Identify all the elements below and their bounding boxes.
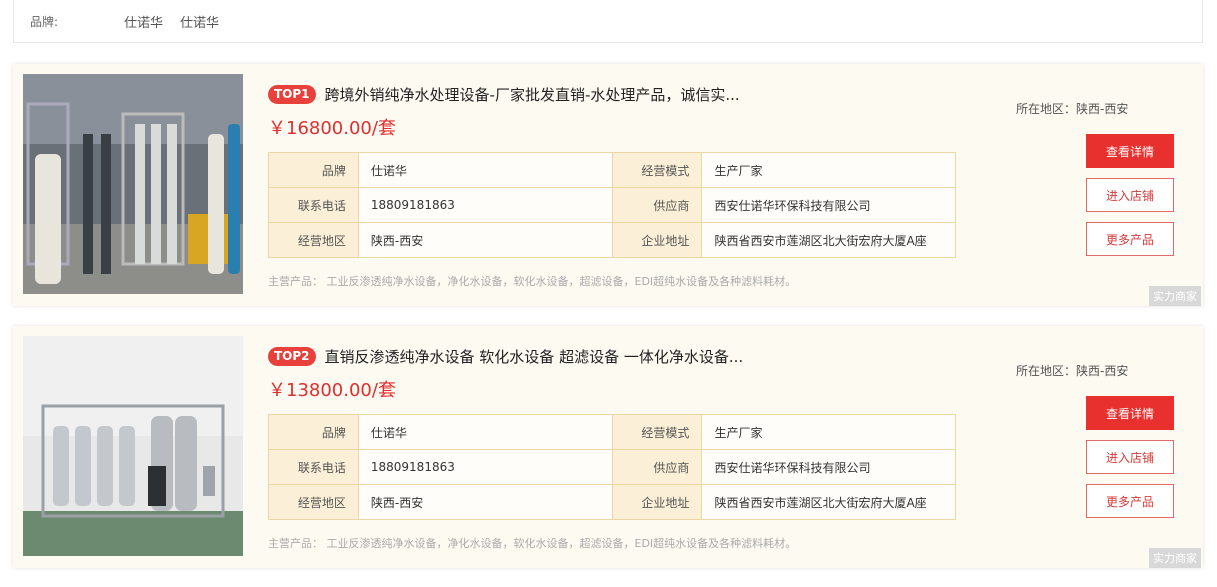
product-title-link[interactable]: 直销反渗透纯净水设备 软化水设备 超滤设备 一体化净水设备... xyxy=(325,346,744,367)
product-price: ￥13800.00/套 xyxy=(268,380,396,401)
table-row: 品牌 仕诺华 经营模式 生产厂家 xyxy=(268,414,956,450)
rank-badge: TOP1 xyxy=(268,85,316,104)
region-text: 所在地区：陕西-西安 xyxy=(1016,102,1129,116)
product-image[interactable] xyxy=(23,336,243,556)
product-title-row: TOP2 直销反渗透纯净水设备 软化水设备 超滤设备 一体化净水设备... xyxy=(268,346,743,367)
info-key: 经营模式 xyxy=(611,152,703,188)
product-card: TOP2 直销反渗透纯净水设备 软化水设备 超滤设备 一体化净水设备... ￥1… xyxy=(13,326,1203,568)
brand-filter-bar: 品牌: 仕诺华 仕诺华 xyxy=(13,0,1203,43)
product-title-link[interactable]: 跨境外销纯净水处理设备-厂家批发直销-水处理产品，诚信实... xyxy=(325,84,740,105)
info-value: 生产厂家 xyxy=(701,414,956,450)
info-value: 陕西-西安 xyxy=(357,222,613,258)
rank-badge: TOP2 xyxy=(268,347,316,366)
strength-merchant-badge: 实力商家 xyxy=(1149,548,1201,568)
main-products-text: 工业反渗透纯净水设备，净化水设备，软化水设备，超滤设备，EDI超纯水设备及各种滤… xyxy=(326,275,797,288)
main-products-text: 工业反渗透纯净水设备，净化水设备，软化水设备，超滤设备，EDI超纯水设备及各种滤… xyxy=(326,537,797,550)
more-products-button[interactable]: 更多产品 xyxy=(1086,484,1174,518)
main-products: 主营产品： 工业反渗透纯净水设备，净化水设备，软化水设备，超滤设备，EDI超纯水… xyxy=(268,273,796,289)
brand-option[interactable]: 仕诺华 xyxy=(180,12,219,31)
main-products: 主营产品： 工业反渗透纯净水设备，净化水设备，软化水设备，超滤设备，EDI超纯水… xyxy=(268,535,796,551)
info-key: 品牌 xyxy=(268,414,359,450)
product-price: ￥16800.00/套 xyxy=(268,118,396,139)
info-key: 品牌 xyxy=(268,152,359,188)
info-value: 西安仕诺华环保科技有限公司 xyxy=(701,449,956,485)
info-value: 陕西-西安 xyxy=(357,484,613,520)
table-row: 经营地区 陕西-西安 企业地址 陕西省西安市莲湖区北大街宏府大厦A座 xyxy=(268,484,956,520)
view-details-button[interactable]: 查看详情 xyxy=(1086,396,1174,430)
info-value: 仕诺华 xyxy=(357,414,613,450)
table-row: 联系电话 18809181863 供应商 西安仕诺华环保科技有限公司 xyxy=(268,449,956,485)
strength-merchant-badge: 实力商家 xyxy=(1149,286,1201,306)
info-value: 18809181863 xyxy=(357,449,613,485)
table-row: 品牌 仕诺华 经营模式 生产厂家 xyxy=(268,152,956,188)
info-value: 陕西省西安市莲湖区北大街宏府大厦A座 xyxy=(701,222,956,258)
info-key: 企业地址 xyxy=(611,222,703,258)
table-row: 联系电话 18809181863 供应商 西安仕诺华环保科技有限公司 xyxy=(268,187,956,223)
info-key: 经营模式 xyxy=(611,414,703,450)
info-value: 仕诺华 xyxy=(357,152,613,188)
more-products-button[interactable]: 更多产品 xyxy=(1086,222,1174,256)
info-key: 经营地区 xyxy=(268,222,359,258)
info-key: 供应商 xyxy=(611,187,703,223)
info-key: 经营地区 xyxy=(268,484,359,520)
info-key: 供应商 xyxy=(611,449,703,485)
info-value: 生产厂家 xyxy=(701,152,956,188)
product-title-row: TOP1 跨境外销纯净水处理设备-厂家批发直销-水处理产品，诚信实... xyxy=(268,84,740,105)
enter-shop-button[interactable]: 进入店铺 xyxy=(1086,178,1174,212)
info-value: 陕西省西安市莲湖区北大街宏府大厦A座 xyxy=(701,484,956,520)
info-key: 企业地址 xyxy=(611,484,703,520)
brand-option[interactable]: 仕诺华 xyxy=(124,12,163,31)
table-row: 经营地区 陕西-西安 企业地址 陕西省西安市莲湖区北大街宏府大厦A座 xyxy=(268,222,956,258)
product-image[interactable] xyxy=(23,74,243,294)
brand-filter-label: 品牌: xyxy=(30,15,59,29)
main-products-label: 主营产品： xyxy=(268,275,323,288)
enter-shop-button[interactable]: 进入店铺 xyxy=(1086,440,1174,474)
info-key: 联系电话 xyxy=(268,449,359,485)
product-card: TOP1 跨境外销纯净水处理设备-厂家批发直销-水处理产品，诚信实... ￥16… xyxy=(13,64,1203,306)
info-value: 18809181863 xyxy=(357,187,613,223)
product-info-table: 品牌 仕诺华 经营模式 生产厂家 联系电话 18809181863 供应商 西安… xyxy=(268,152,956,258)
view-details-button[interactable]: 查看详情 xyxy=(1086,134,1174,168)
region-text: 所在地区：陕西-西安 xyxy=(1016,364,1129,378)
main-products-label: 主营产品： xyxy=(268,537,323,550)
info-value: 西安仕诺华环保科技有限公司 xyxy=(701,187,956,223)
product-info-table: 品牌 仕诺华 经营模式 生产厂家 联系电话 18809181863 供应商 西安… xyxy=(268,414,956,520)
info-key: 联系电话 xyxy=(268,187,359,223)
